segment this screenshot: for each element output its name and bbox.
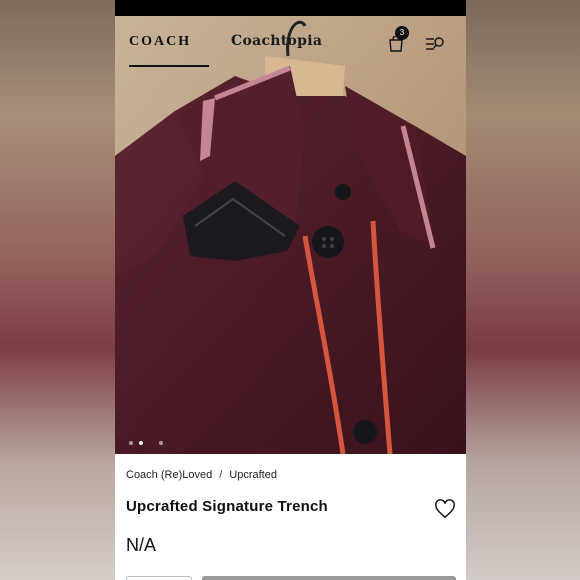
product-price: N/A [126, 535, 157, 555]
menu-search-icon[interactable] [425, 36, 445, 52]
breadcrumb-separator: / [219, 469, 223, 481]
coach-logo[interactable]: COACH [129, 34, 191, 50]
breadcrumb-item-upcrafted[interactable]: Upcrafted [229, 469, 277, 481]
carousel-dot[interactable] [159, 441, 163, 445]
heart-icon[interactable] [434, 499, 456, 519]
phone-screen: COACH Coachtopia 3 Coach (Re)Loved / Upcra… [115, 0, 466, 580]
blurred-background-left [0, 0, 115, 580]
carousel-dot[interactable] [129, 441, 133, 445]
active-tab-indicator [129, 65, 209, 67]
breadcrumb-item-reloved[interactable]: Coach (Re)Loved [126, 469, 212, 481]
coachtopia-logo[interactable]: Coachtopia [231, 33, 322, 49]
carousel-dot[interactable] [149, 441, 153, 445]
product-title: Upcrafted Signature Trench [126, 498, 328, 515]
cart-count-badge: 3 [395, 26, 409, 40]
product-image[interactable] [115, 16, 466, 454]
add-to-bag-button[interactable] [202, 576, 456, 580]
top-nav: COACH Coachtopia 3 [115, 16, 466, 68]
carousel-indicator[interactable] [129, 440, 163, 446]
status-bar [115, 0, 466, 16]
quantity-selector[interactable] [126, 576, 192, 580]
carousel-dot-active[interactable] [139, 441, 143, 445]
trench-photo [115, 16, 466, 454]
breadcrumb: Coach (Re)Loved / Upcrafted [126, 469, 277, 481]
blurred-background-right [465, 0, 580, 580]
